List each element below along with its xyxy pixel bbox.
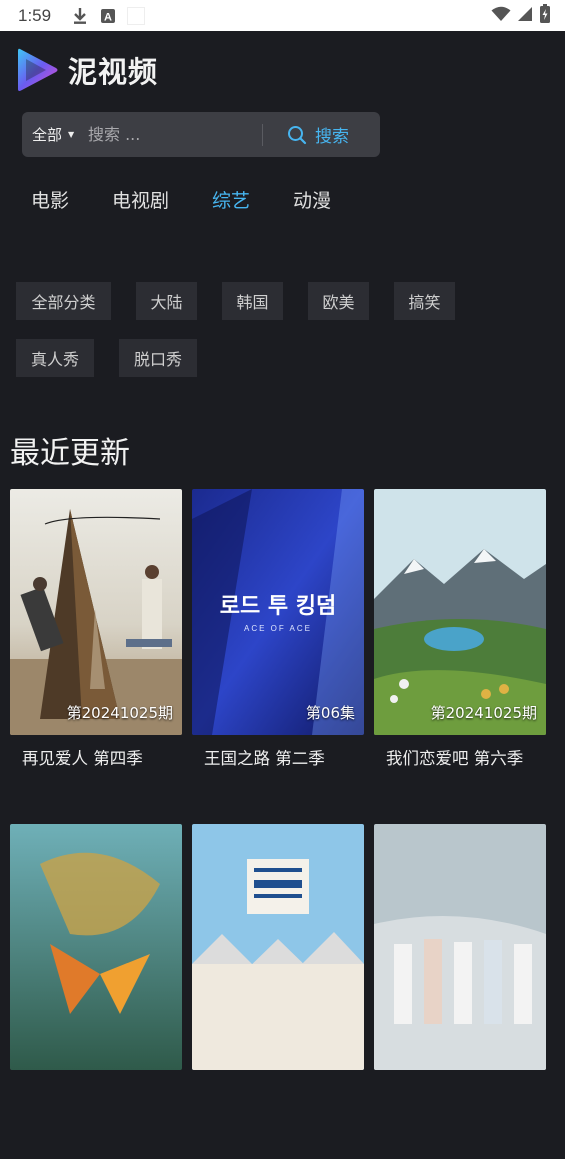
tab-tv-series[interactable]: 电视剧 xyxy=(112,186,169,213)
battery-icon xyxy=(539,3,551,28)
filter-chip-all[interactable]: 全部分类 xyxy=(16,282,111,320)
episode-label: 第20241025期 xyxy=(430,704,537,722)
search-icon xyxy=(288,125,307,144)
poster-korean-title: 로드 투 킹덤 xyxy=(220,594,337,619)
poster-image: 第20241025期 xyxy=(374,489,546,735)
poster-title: 王国之路 第二季 xyxy=(204,749,325,768)
tab-movies[interactable]: 电影 xyxy=(31,186,69,213)
signal-icon xyxy=(517,6,533,26)
filter-chip-western[interactable]: 欧美 xyxy=(308,282,369,320)
poster-card[interactable] xyxy=(374,824,546,1159)
tab-anime[interactable]: 动漫 xyxy=(293,186,331,213)
poster-image xyxy=(192,824,364,1070)
tab-variety[interactable]: 综艺 xyxy=(212,186,250,213)
poster-image xyxy=(10,824,182,1070)
search-bar: 全部 ▼ 搜索 xyxy=(22,112,380,157)
blank-notification-icon xyxy=(127,6,146,25)
download-icon xyxy=(71,7,89,25)
caret-down-icon: ▼ xyxy=(68,130,75,139)
status-time: 1:59 xyxy=(18,5,52,25)
poster-english-title: ACE OF ACE xyxy=(244,624,312,633)
poster-card[interactable] xyxy=(192,824,364,1159)
search-button[interactable]: 搜索 xyxy=(287,122,349,147)
category-tabs: 电影 电视剧 综艺 动漫 xyxy=(31,186,374,213)
episode-label: 第20241025期 xyxy=(66,704,173,722)
poster-title: 我们恋爱吧 第六季 xyxy=(386,749,524,768)
search-scope-label: 全部 xyxy=(32,126,63,144)
episode-label: 第06集 xyxy=(305,704,355,722)
filter-chips: 全部分类 大陆 韩国 欧美 搞笑 真人秀 脱口秀 xyxy=(16,282,536,396)
poster-image xyxy=(374,824,546,1070)
svg-text:A: A xyxy=(104,11,112,23)
app-header: 泥视频 xyxy=(14,44,158,96)
poster-card[interactable]: 第20241025期 我们恋爱吧 第六季 xyxy=(374,489,546,824)
poster-card[interactable] xyxy=(10,824,182,1159)
poster-image: 第20241025期 xyxy=(10,489,182,735)
filter-chip-comedy[interactable]: 搞笑 xyxy=(394,282,455,320)
search-scope-dropdown[interactable]: 全部 ▼ xyxy=(22,124,80,145)
status-bar: 1:59 A xyxy=(0,0,565,31)
filter-chip-talkshow[interactable]: 脱口秀 xyxy=(119,339,197,377)
app-logo-icon xyxy=(14,45,60,95)
poster-title: 再见爱人 第四季 xyxy=(22,749,143,768)
poster-grid: 第20241025期 再见爱人 第四季 로드 투 킹덤 ACE OF ACE 第… xyxy=(10,489,547,1159)
poster-card[interactable]: 로드 투 킹덤 ACE OF ACE 第06集 王国之路 第二季 xyxy=(192,489,364,824)
app-title: 泥视频 xyxy=(68,55,159,89)
section-title: 最近更新 xyxy=(10,436,130,471)
poster-card[interactable]: 第20241025期 再见爱人 第四季 xyxy=(10,489,182,824)
filter-chip-reality[interactable]: 真人秀 xyxy=(16,339,94,377)
search-input[interactable] xyxy=(80,125,252,144)
filter-chip-mainland[interactable]: 大陆 xyxy=(136,282,197,320)
font-a-icon: A xyxy=(99,7,117,25)
search-divider xyxy=(262,123,263,146)
wifi-icon xyxy=(491,6,511,26)
search-button-label: 搜索 xyxy=(315,127,349,147)
filter-chip-korea[interactable]: 韩国 xyxy=(222,282,283,320)
poster-image: 로드 투 킹덤 ACE OF ACE 第06集 xyxy=(192,489,364,735)
